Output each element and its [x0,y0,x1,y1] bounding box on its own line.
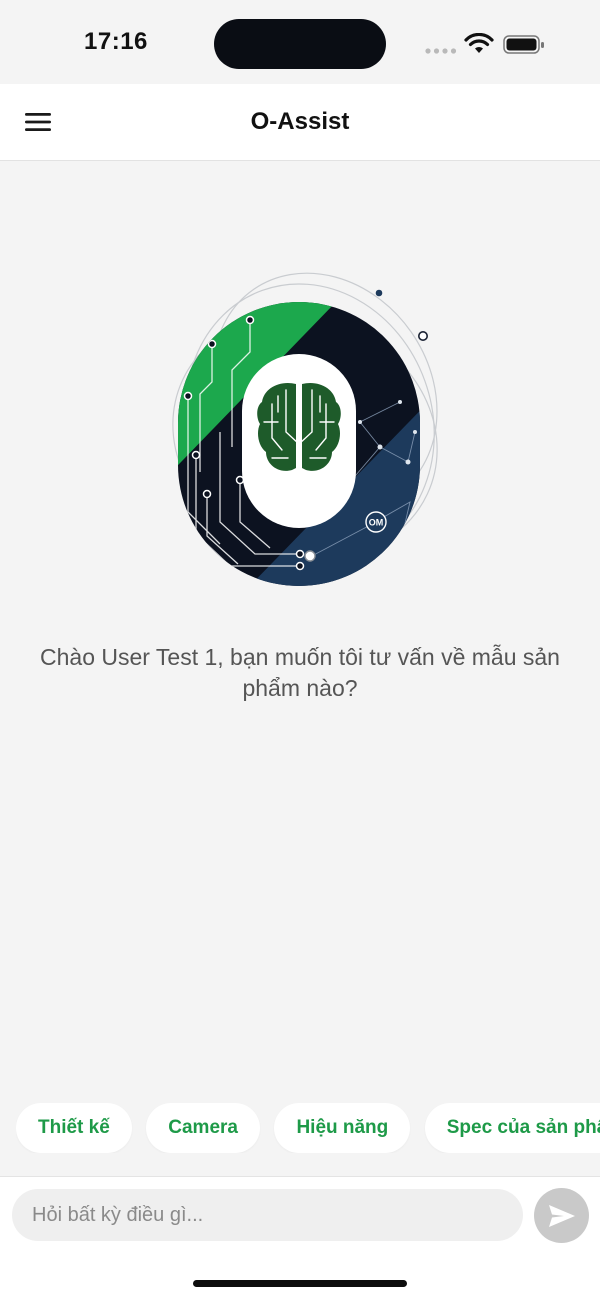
status-time: 17:16 [84,28,148,55]
home-indicator-area [0,1253,600,1299]
brain-icon [257,382,341,471]
o-assist-logo: OM [160,272,440,594]
cellular-signal-icon [425,48,457,54]
send-button[interactable] [534,1188,589,1243]
greeting-message: Chào User Test 1, bạn muốn tôi tư vấn về… [40,644,560,701]
om-badge: OM [365,511,387,533]
suggestion-chips: Thiết kế Camera Hiệu năng Spec của sản p… [16,1103,600,1153]
chip-thiet-ke[interactable]: Thiết kế [16,1103,132,1153]
send-icon [548,1204,575,1227]
battery-icon [503,35,544,54]
app-header: O-Assist [0,84,600,161]
ai-brain-logo-image: OM [172,272,438,586]
dynamic-island [214,19,386,69]
page-title: O-Assist [250,108,350,135]
wifi-icon [464,33,494,53]
message-input[interactable] [12,1189,523,1241]
message-composer [0,1176,600,1253]
chip-hieu-nang[interactable]: Hiệu năng [274,1103,411,1153]
chip-camera[interactable]: Camera [146,1103,260,1153]
home-indicator[interactable] [193,1280,407,1287]
chip-spec-san-pham[interactable]: Spec của sản phẩm [424,1103,600,1153]
status-bar: 17:16 [0,0,600,84]
om-badge-text: OM [369,518,384,528]
